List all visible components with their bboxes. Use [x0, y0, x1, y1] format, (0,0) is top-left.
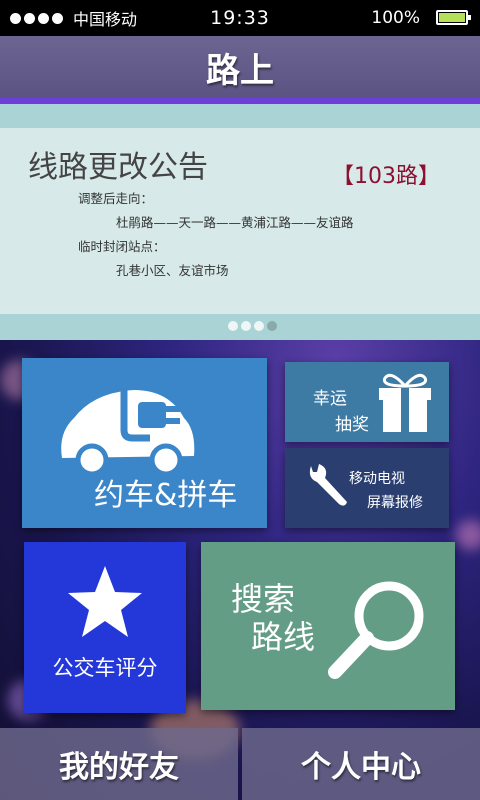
page-dot[interactable]	[254, 321, 264, 331]
gift-icon	[379, 373, 431, 432]
rating-label: 公交车评分	[52, 656, 158, 680]
my-friends-button[interactable]: 我的好友	[0, 728, 238, 800]
page-title: 路上	[206, 50, 274, 91]
carpool-tile[interactable]: 约车&拼车	[22, 358, 267, 528]
magnifier-icon	[328, 581, 424, 679]
notice-title: 线路更改公告	[28, 150, 208, 185]
bottom-nav: 我的好友 个人中心	[0, 728, 480, 800]
carpool-label: 约车&拼车	[94, 478, 238, 513]
title-bar: 路上	[0, 36, 480, 104]
page-dot[interactable]	[228, 321, 238, 331]
adjusted-route-text: 杜鹃路——天一路——黄浦江路——友谊路	[116, 215, 354, 230]
status-bar: 中国移动 19:33 100%	[0, 0, 480, 36]
background-light	[456, 520, 480, 550]
star-icon	[68, 566, 142, 637]
repair-label-line1: 移动电视	[349, 471, 405, 487]
route-badge: 【103路】	[332, 164, 440, 189]
profile-button[interactable]: 个人中心	[242, 728, 480, 800]
screen-repair-tile[interactable]: 移动电视 屏幕报修	[285, 448, 449, 528]
battery-icon	[436, 10, 471, 25]
bus-rating-tile[interactable]: 公交车评分	[24, 542, 186, 713]
closed-stops-label: 临时封闭站点：	[78, 239, 166, 254]
search-label-line2: 路线	[251, 618, 316, 656]
battery-percent: 100%	[371, 8, 420, 28]
lottery-tile[interactable]: 幸运 抽奖	[285, 362, 449, 442]
wrench-icon	[309, 464, 347, 506]
page-dot[interactable]	[267, 321, 277, 331]
notice-banner[interactable]: 线路更改公告 【103路】 调整后走向： 杜鹃路——天一路——黄浦江路——友谊路…	[0, 104, 480, 340]
lottery-label-line2: 抽奖	[335, 415, 369, 435]
route-search-tile[interactable]: 搜索 路线	[201, 542, 455, 710]
lottery-label-line1: 幸运	[313, 389, 347, 409]
page-indicator[interactable]	[228, 321, 277, 331]
repair-label-line2: 屏幕报修	[367, 495, 423, 511]
car-plug-icon	[61, 388, 195, 477]
closed-stops-text: 孔巷小区、友谊市场	[116, 263, 229, 278]
battery-level	[439, 13, 465, 22]
adjusted-route-label: 调整后走向：	[78, 191, 154, 206]
page-dot[interactable]	[241, 321, 251, 331]
